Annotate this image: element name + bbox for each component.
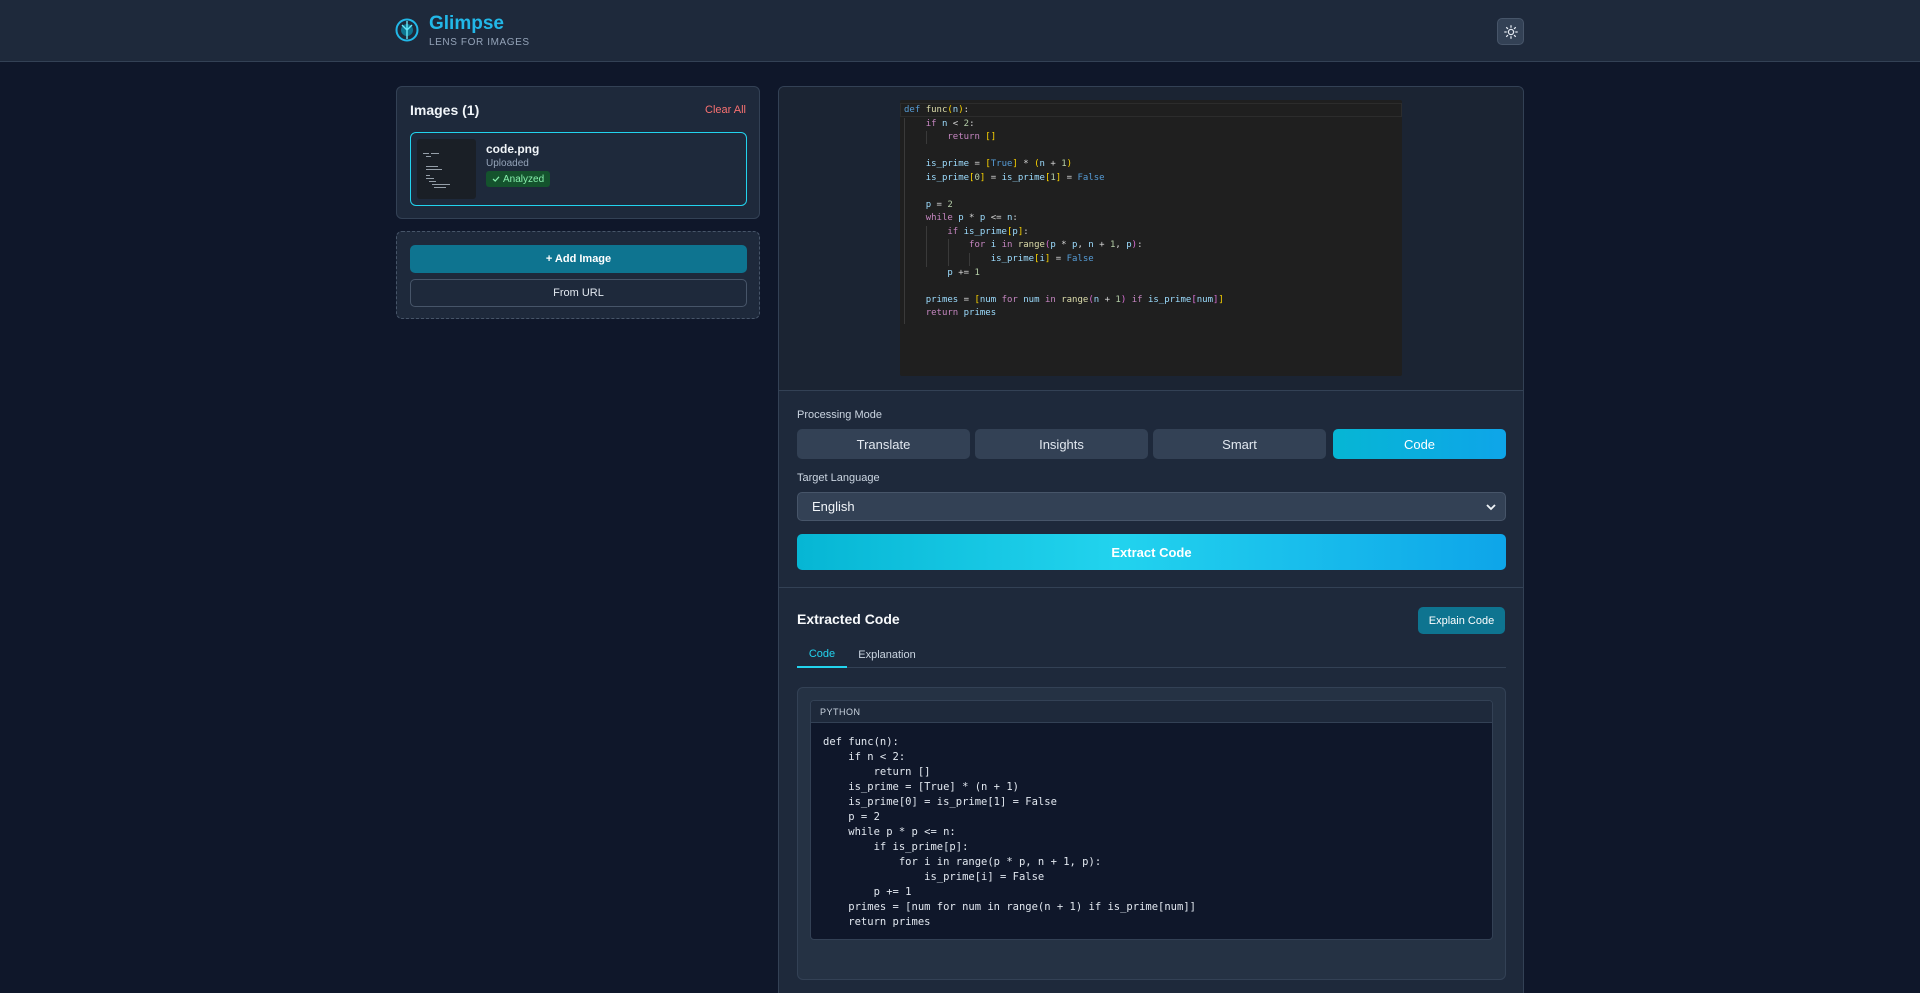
main-panel: def func(n): if n < 2: return [] is_prim… (778, 86, 1524, 993)
from-url-button[interactable]: From URL (410, 279, 747, 307)
preview-line: if is_prime[p]: (947, 226, 1029, 237)
analyzed-badge-label: Analyzed (503, 173, 545, 185)
check-icon (492, 176, 500, 182)
preview-line: return primes (925, 308, 997, 319)
mode-insights-button[interactable]: Insights (975, 429, 1148, 459)
preview-line: is_prime[0] = is_prime[1] = False (925, 172, 1105, 183)
extracted-code-title: Extracted Code (797, 611, 900, 627)
image-preview-area: def func(n): if n < 2: return [] is_prim… (779, 87, 1523, 391)
app-tagline: LENS FOR IMAGES (429, 37, 530, 48)
code-result-container: PYTHON def func(n): if n < 2: return [] … (797, 687, 1506, 980)
image-upload-status: Uploaded (486, 158, 529, 169)
preview-line: is_prime[i] = False (990, 254, 1094, 265)
theme-toggle-button[interactable] (1497, 18, 1524, 45)
code-block: PYTHON def func(n): if n < 2: return [] … (810, 700, 1493, 940)
glimpse-logo-icon (395, 18, 419, 42)
target-language-select[interactable]: English (797, 492, 1506, 521)
analyzed-badge: Analyzed (486, 171, 551, 187)
preview-line: is_prime = [True] * (n + 1) (925, 159, 1073, 170)
add-image-panel: + Add Image From URL (396, 231, 760, 319)
preview-line: def func(n): (904, 105, 970, 115)
preview-line: primes = [num for num in range(n + 1) if… (925, 294, 1224, 305)
preview-line: return [] (947, 132, 997, 143)
clear-all-button[interactable]: Clear All (705, 104, 746, 116)
extract-code-button[interactable]: Extract Code (797, 534, 1506, 570)
tab-explanation[interactable]: Explanation (852, 641, 922, 668)
chevron-down-icon (1486, 504, 1496, 511)
tab-code[interactable]: Code (797, 641, 847, 668)
code-language-label: PYTHON (811, 701, 1492, 723)
sun-icon (1503, 24, 1518, 39)
explain-code-button[interactable]: Explain Code (1418, 607, 1505, 634)
image-file-name: code.png (486, 142, 540, 156)
add-image-button[interactable]: + Add Image (410, 245, 747, 273)
images-panel-title: Images (1) (410, 102, 480, 118)
extracted-code-text[interactable]: def func(n): if n < 2: return [] is_prim… (823, 735, 1196, 930)
preview-line: for i in range(p * p, n + 1, p): (969, 240, 1143, 251)
images-panel: Images (1) Clear All code.png Uploaded A… (396, 86, 760, 219)
image-thumbnail (417, 139, 476, 199)
preview-line: p += 1 (947, 267, 980, 278)
preview-code-text: def func(n): if n < 2: return [] is_prim… (904, 104, 1224, 321)
preview-line: while p * p <= n: (925, 213, 1018, 224)
target-language-value: English (812, 499, 855, 514)
mode-translate-button[interactable]: Translate (797, 429, 970, 459)
image-preview: def func(n): if n < 2: return [] is_prim… (900, 100, 1402, 376)
mode-code-button[interactable]: Code (1333, 429, 1506, 459)
image-list-item[interactable]: code.png Uploaded Analyzed (410, 132, 747, 206)
processing-mode-label: Processing Mode (797, 409, 882, 421)
app-name: Glimpse (429, 13, 504, 34)
app-header: Glimpse LENS FOR IMAGES (0, 0, 1920, 62)
section-divider (779, 587, 1523, 588)
result-tabs: Code Explanation (797, 641, 1506, 668)
mode-smart-button[interactable]: Smart (1153, 429, 1326, 459)
preview-line: if n < 2: (925, 118, 975, 129)
target-language-label: Target Language (797, 472, 880, 484)
preview-line: p = 2 (925, 199, 953, 210)
